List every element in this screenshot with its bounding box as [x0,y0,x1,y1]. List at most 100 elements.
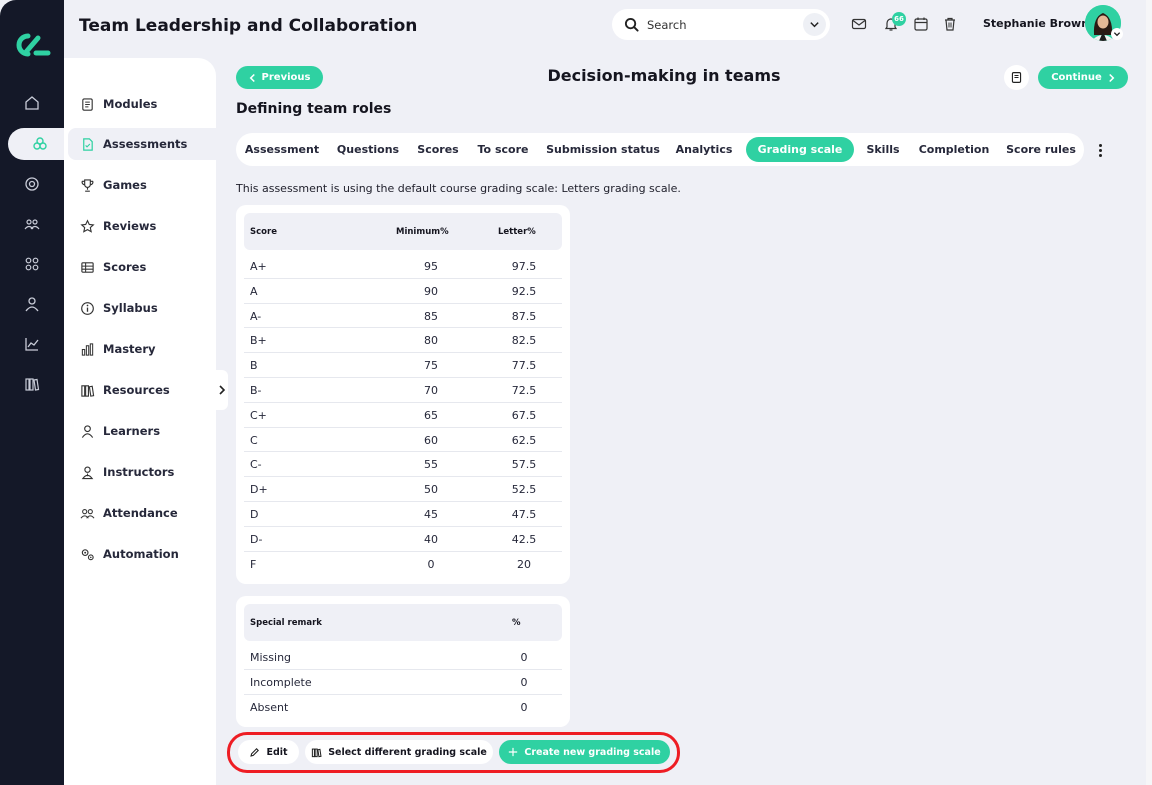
rail-analytics[interactable] [0,328,64,360]
tab-to-score[interactable]: To score [472,137,534,162]
tab-analytics[interactable]: Analytics [670,137,738,162]
score-cell: B+ [250,334,267,348]
bar-chart-icon [81,342,94,356]
previous-label: Previous [261,72,311,83]
sidebar-item-automation[interactable]: Automation [68,538,216,570]
search-input[interactable] [647,17,797,32]
tab-submission-status[interactable]: Submission status [542,137,664,162]
chevron-right-icon [1108,73,1115,82]
chevron-right-icon [218,385,225,395]
previous-button[interactable]: Previous [236,66,323,89]
calendar-icon[interactable] [913,16,929,32]
chevron-down-icon [810,22,819,28]
percent-cell: 0 [520,700,528,714]
star-icon [80,218,95,233]
tab-assessment[interactable]: Assessment [240,137,324,162]
rail-library[interactable] [0,368,64,400]
home-icon [25,96,39,110]
table-row: A+ 95 97.5 [244,254,562,279]
sidebar-item-modules[interactable]: Modules [68,88,216,120]
score-cell: D [250,508,259,521]
search-dropdown-button[interactable] [803,13,826,36]
remark-cell: Absent [250,700,289,714]
app-title: Team Leadership and Collaboration [79,16,418,36]
trophy-icon [81,178,94,192]
sidebar-item-assessments[interactable]: Assessments [68,128,216,160]
continue-button[interactable]: Continue [1038,66,1128,89]
sidebar-item-resources[interactable]: Resources [68,374,216,406]
minimum-cell: 80 [424,334,438,348]
tab-skills[interactable]: Skills [862,137,904,162]
rail-apps[interactable] [0,248,64,280]
app-logo-icon[interactable] [12,30,52,60]
sidebar-item-label: Attendance [103,506,178,520]
table-header: Special remark % [244,604,562,641]
book-button[interactable] [1004,65,1029,90]
edit-button[interactable]: Edit [238,740,299,764]
select-grading-scale-button[interactable]: Select different grading scale [305,740,493,764]
score-cell: B- [250,384,262,397]
books-icon [312,748,322,757]
rail-home[interactable] [0,87,64,119]
tab-grading-scale[interactable]: Grading scale [746,137,854,162]
tab-bar: Assessment Questions Scores To score Sub… [236,133,1084,166]
course-sidebar: Modules Assessments Games Reviews Scores… [64,58,216,785]
minimum-cell: 85 [424,309,438,323]
table-icon [81,261,94,273]
rail-courses[interactable] [8,128,72,160]
letter-cell: 62.5 [511,433,537,447]
sidebar-item-label: Resources [103,383,170,397]
sidebar-item-label: Instructors [103,465,175,479]
table-row: Absent 0 [244,695,562,720]
rail-community[interactable] [0,208,64,240]
continue-label: Continue [1051,72,1102,83]
mail-icon[interactable] [851,16,867,32]
sidebar-item-syllabus[interactable]: Syllabus [68,292,216,324]
sidebar-item-label: Syllabus [103,301,158,315]
minimum-cell: 55 [424,458,438,472]
sidebar-item-instructors[interactable]: Instructors [68,456,216,488]
section-title: Defining team roles [236,101,392,117]
rail-profile[interactable] [0,288,64,320]
tab-scores[interactable]: Scores [412,137,464,162]
user-menu-button[interactable] [1111,28,1123,40]
sidebar-item-attendance[interactable]: Attendance [68,497,216,529]
table-row: A 90 92.5 [244,279,562,304]
rail-goals[interactable] [0,168,64,200]
library-icon [25,378,40,391]
sidebar-item-scores[interactable]: Scores [68,251,216,283]
search-box[interactable] [612,9,830,40]
minimum-cell: 75 [424,359,438,373]
percent-cell: 0 [520,651,528,664]
tab-score-rules[interactable]: Score rules [1002,137,1080,162]
sidebar-item-label: Reviews [103,219,157,233]
book-icon [1011,72,1022,83]
trash-icon[interactable] [942,16,958,32]
column-header-score: Score [250,227,277,237]
sidebar-item-learners[interactable]: Learners [68,415,216,447]
letter-cell: 77.5 [511,359,537,373]
chevron-left-icon [249,73,255,82]
sidebar-collapse-button[interactable] [215,370,228,410]
tab-questions[interactable]: Questions [328,137,408,162]
percent-cell: 0 [520,675,528,689]
sidebar-item-reviews[interactable]: Reviews [68,210,216,242]
score-cell: C- [250,458,262,472]
page-title: Decision-making in teams [547,66,781,85]
letter-cell: 72.5 [511,384,537,397]
letter-cell: 42.5 [511,532,537,546]
minimum-cell: 50 [424,483,438,497]
create-grading-scale-button[interactable]: Create new grading scale [499,740,670,764]
sidebar-item-games[interactable]: Games [68,169,216,201]
table-row: Missing 0 [244,645,562,670]
more-tabs-button[interactable] [1093,141,1107,159]
search-icon [624,17,639,32]
table-row: C 60 62.5 [244,428,562,453]
letter-cell: 82.5 [511,334,537,348]
score-cell: D+ [250,483,268,497]
page-scrollbar[interactable] [1146,0,1152,785]
table-row: F 0 20 [244,552,562,577]
letter-cell: 57.5 [511,458,537,472]
tab-completion[interactable]: Completion [916,137,992,162]
sidebar-item-mastery[interactable]: Mastery [68,333,216,365]
